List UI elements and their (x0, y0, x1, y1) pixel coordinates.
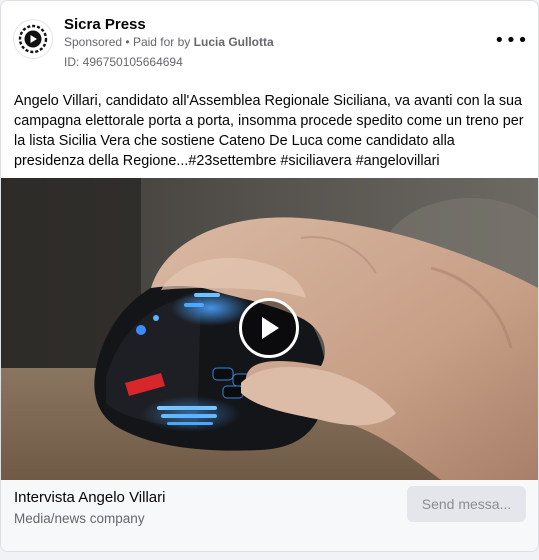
sicra-press-logo-icon (18, 24, 48, 54)
meta-separator: • (125, 35, 130, 49)
footer-title[interactable]: Intervista Angelo Villari (14, 489, 165, 506)
sponsored-meta: Sponsored • Paid for by Lucia Gullotta (64, 35, 274, 49)
more-horizontal-icon: ••• (494, 30, 529, 51)
ad-id: ID: 496750105664694 (64, 55, 183, 69)
payer-name[interactable]: Lucia Gullotta (194, 35, 274, 49)
post-header: Sicra Press Sponsored • Paid for by Luci… (1, 1, 538, 83)
page-name[interactable]: Sicra Press (64, 16, 146, 33)
footer-subtitle: Media/news company (14, 511, 145, 526)
sponsored-post-card: Sicra Press Sponsored • Paid for by Luci… (0, 0, 539, 552)
play-icon (262, 317, 279, 339)
paid-for-prefix: Paid for by (132, 35, 191, 49)
play-button[interactable] (239, 298, 299, 358)
send-message-button[interactable]: Send messa... (407, 486, 526, 522)
sponsored-label: Sponsored (64, 35, 123, 49)
more-options-button[interactable]: ••• (488, 27, 528, 55)
post-body-text: Angelo Villari, candidato all'Assemblea … (14, 93, 524, 169)
post-footer: Intervista Angelo Villari Media/news com… (1, 480, 538, 551)
page-avatar[interactable] (13, 19, 53, 59)
